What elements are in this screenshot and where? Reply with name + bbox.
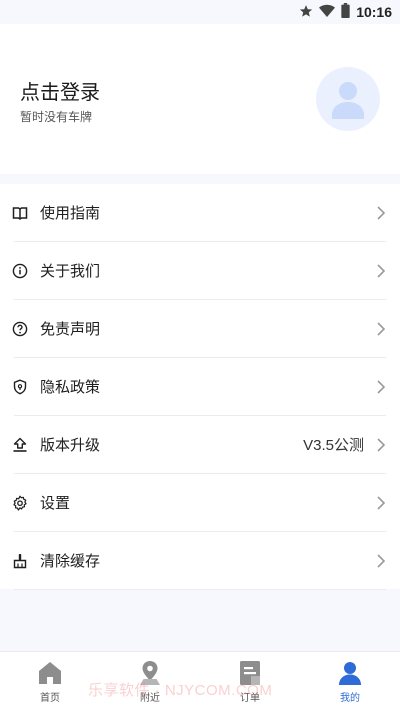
chevron-right-icon <box>376 495 386 510</box>
tab-home[interactable]: 首页 <box>0 652 100 711</box>
chevron-right-icon <box>376 205 386 220</box>
menu-item-label: 使用指南 <box>40 204 101 222</box>
gear-icon <box>12 495 28 511</box>
menu-item-settings[interactable]: 设置 <box>0 474 400 532</box>
status-bar: 10:16 <box>0 0 400 24</box>
book-icon <box>12 205 28 221</box>
menu-item-disclaimer[interactable]: 免责声明 <box>0 300 400 358</box>
chevron-right-icon <box>376 263 386 278</box>
info-icon <box>12 263 28 279</box>
user-icon <box>339 662 361 685</box>
menu-item-label: 隐私政策 <box>40 378 101 396</box>
broom-icon <box>12 553 28 569</box>
profile-header[interactable]: 点击登录 暂时没有车牌 <box>0 24 400 174</box>
question-icon <box>12 321 28 337</box>
status-icons: 10:16 <box>299 2 392 22</box>
menu-list: 使用指南 关于我们 免责声明 隐私政策 版本升级 V3.5公测 设置 清除缓存 <box>0 184 400 590</box>
login-label[interactable]: 点击登录 <box>20 76 100 105</box>
menu-item-clear-cache[interactable]: 清除缓存 <box>0 532 400 590</box>
menu-item-about[interactable]: 关于我们 <box>0 242 400 300</box>
menu-item-privacy[interactable]: 隐私政策 <box>0 358 400 416</box>
menu-item-label: 清除缓存 <box>40 552 101 570</box>
chevron-right-icon <box>376 437 386 452</box>
status-time: 10:16 <box>356 4 392 20</box>
version-value: V3.5公测 <box>303 437 364 454</box>
battery-icon <box>341 2 350 22</box>
upgrade-icon <box>12 437 28 453</box>
menu-item-label: 免责声明 <box>40 320 101 338</box>
tab-label: 我的 <box>340 693 360 704</box>
shield-icon <box>12 379 28 395</box>
star-icon <box>299 3 313 22</box>
menu-item-guide[interactable]: 使用指南 <box>0 184 400 242</box>
watermark: 乐享软件 · NJYCOM.COM <box>88 682 273 699</box>
home-icon <box>39 662 61 684</box>
chevron-right-icon <box>376 379 386 394</box>
plate-status: 暂时没有车牌 <box>20 110 93 124</box>
menu-item-label: 版本升级 <box>40 436 101 454</box>
menu-item-label: 设置 <box>40 494 71 512</box>
tab-label: 首页 <box>40 693 60 704</box>
divider <box>14 589 386 590</box>
user-avatar-icon[interactable] <box>316 67 380 131</box>
chevron-right-icon <box>376 553 386 568</box>
tab-mine[interactable]: 我的 <box>300 652 400 711</box>
menu-item-upgrade[interactable]: 版本升级 V3.5公测 <box>0 416 400 474</box>
chevron-right-icon <box>376 321 386 336</box>
menu-item-label: 关于我们 <box>40 262 101 280</box>
wifi-icon <box>319 3 336 22</box>
